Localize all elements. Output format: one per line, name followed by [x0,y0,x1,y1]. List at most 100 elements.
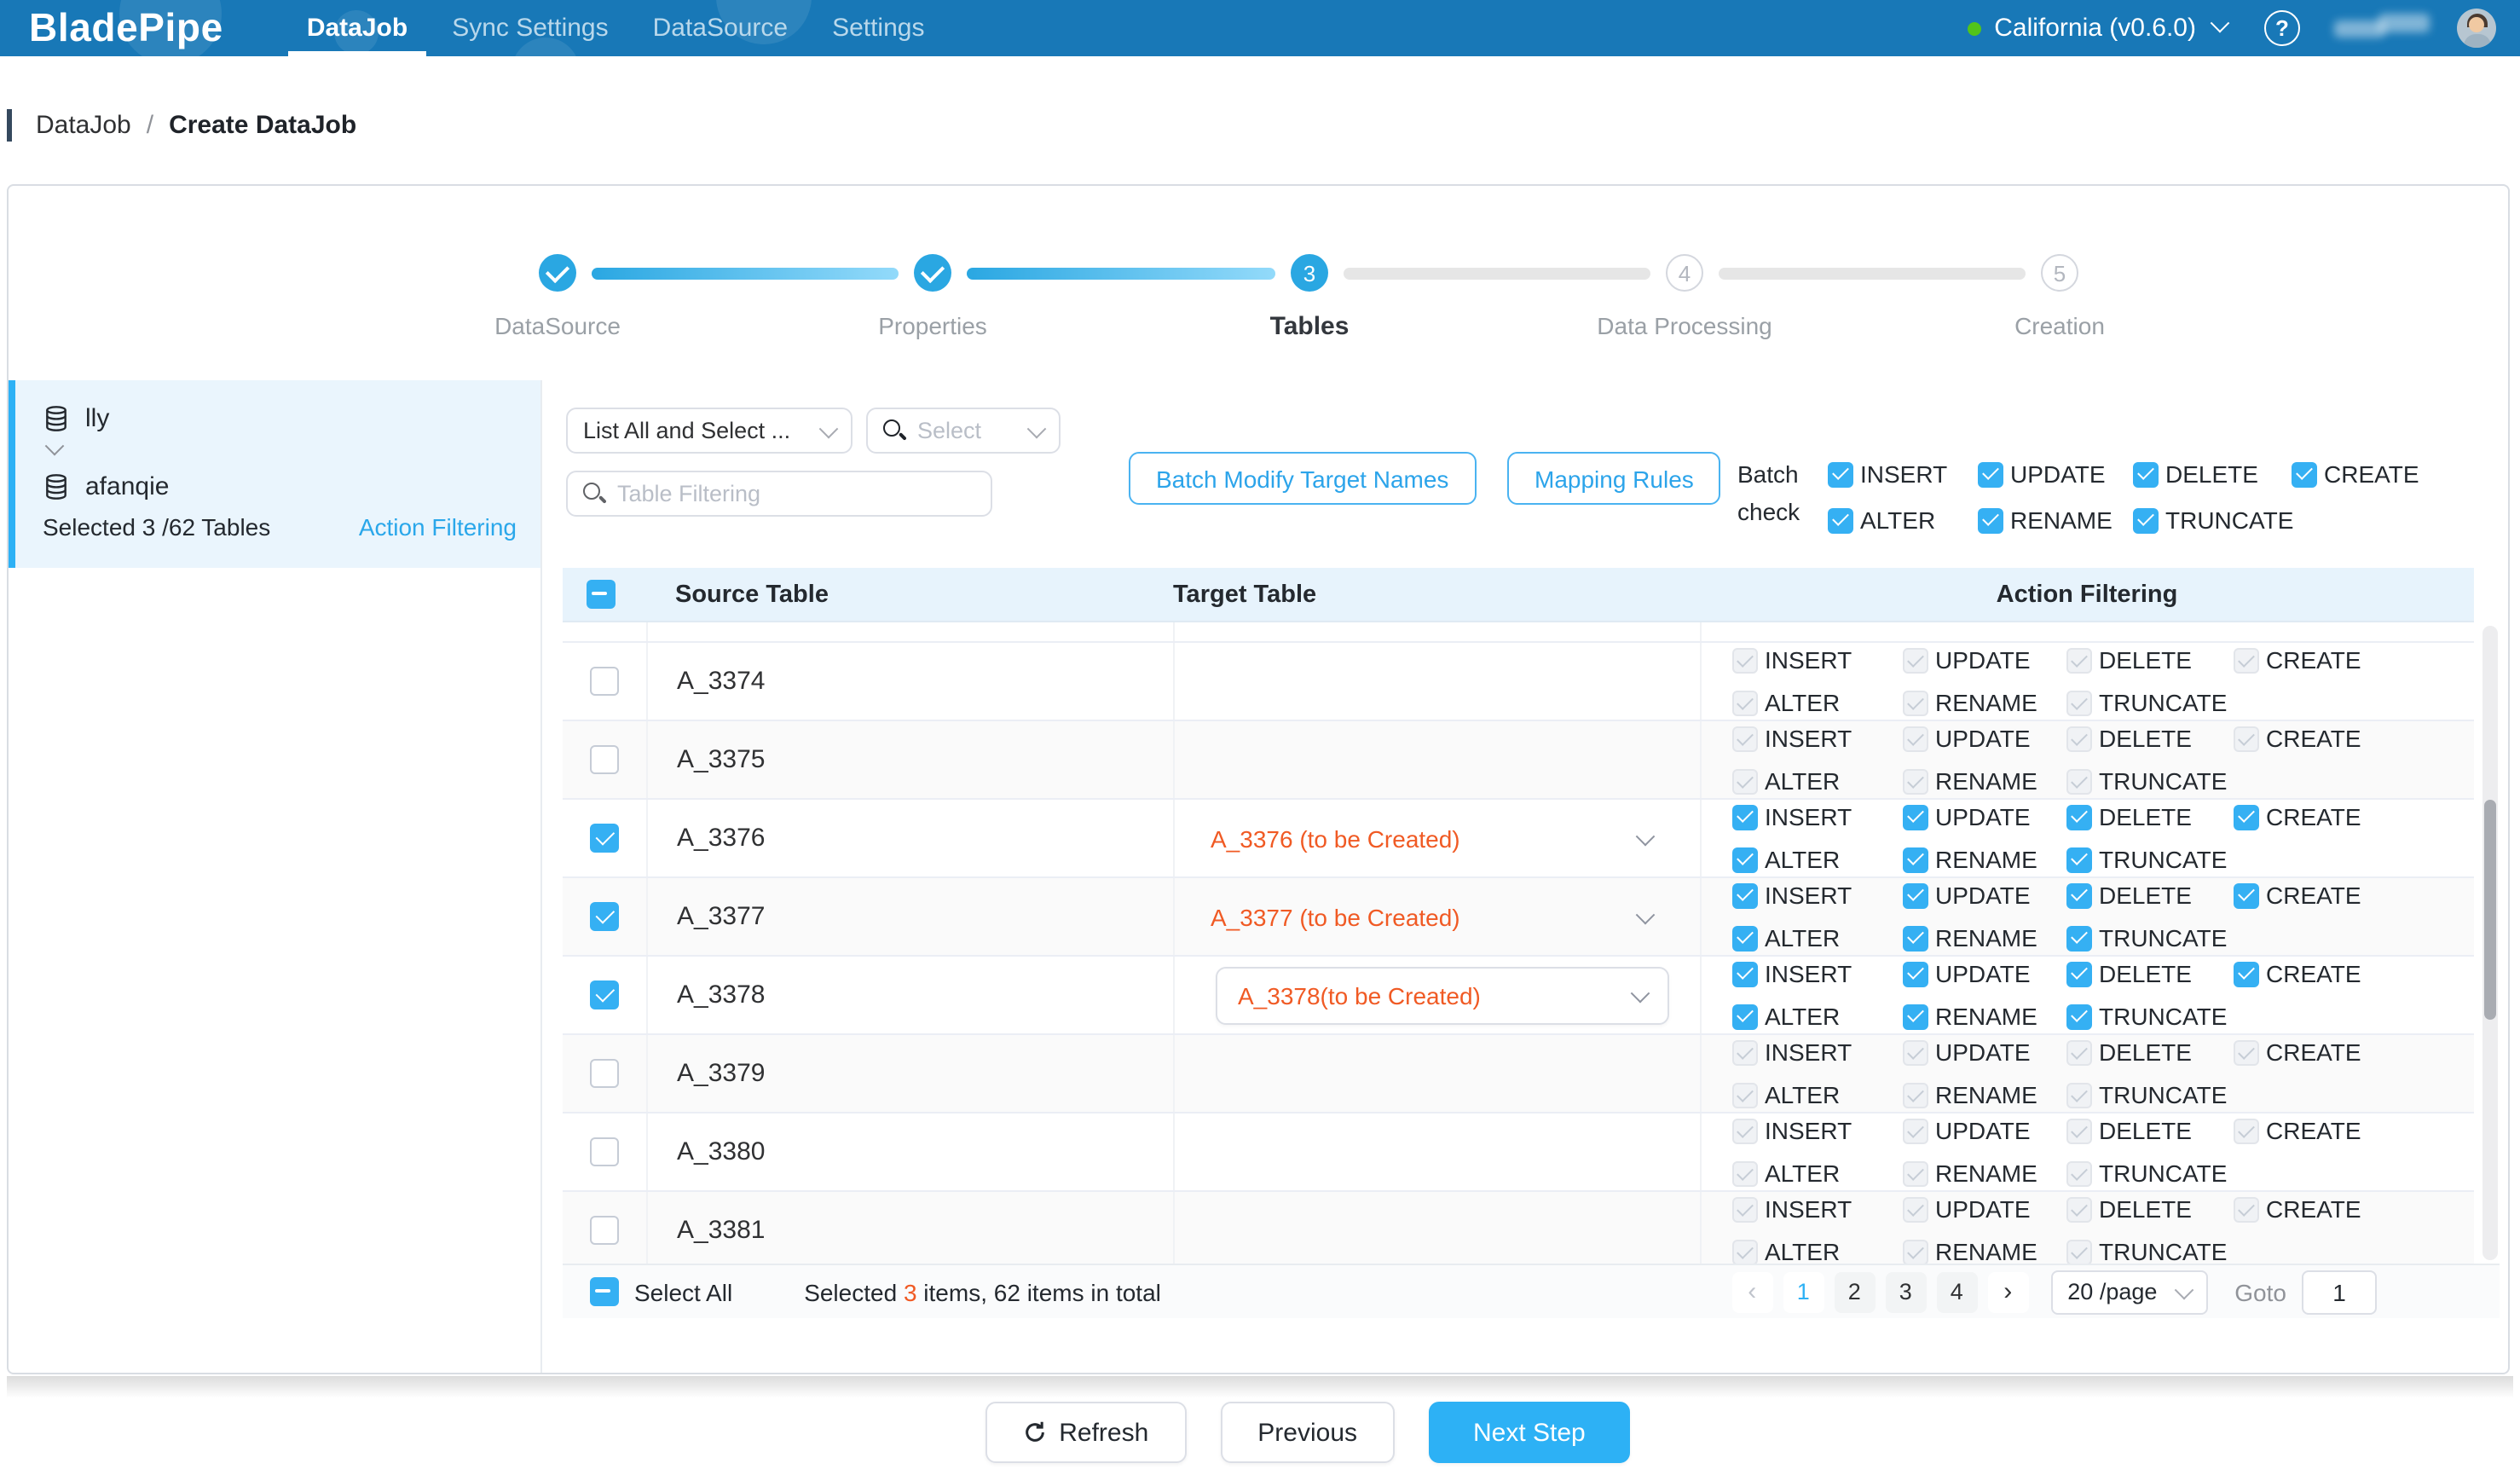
action-check-delete[interactable]: DELETE [2066,876,2234,914]
checkbox-disabled-checked[interactable] [1732,1082,1758,1108]
checkbox-checked[interactable] [1903,1004,1928,1029]
checkbox-disabled-checked[interactable] [1903,1039,1928,1065]
chevron-down-icon[interactable] [2211,14,2230,33]
select-all-checkbox[interactable] [587,580,616,609]
refresh-button[interactable]: Refresh [985,1402,1186,1463]
checkbox-disabled-checked[interactable] [1903,1239,1928,1264]
row-select-checkbox[interactable] [590,667,619,696]
action-check-update[interactable]: UPDATE [1903,955,2066,992]
batch-check-insert[interactable]: INSERT [1828,455,1978,493]
checkbox-disabled-checked[interactable] [1903,1082,1928,1108]
avatar[interactable] [2457,9,2496,48]
action-check-create[interactable]: CREATE [2234,641,2474,679]
action-check-create[interactable]: CREATE [2234,1033,2474,1071]
action-check-create[interactable]: CREATE [2234,1190,2474,1228]
row-select-checkbox[interactable] [590,1059,619,1088]
action-check-update[interactable]: UPDATE [1903,641,2066,679]
action-check-update[interactable]: UPDATE [1903,798,2066,836]
checkbox-checked[interactable] [1903,961,1928,986]
action-check-insert[interactable]: INSERT [1732,720,1903,757]
page-size-select[interactable]: 20 /page [2050,1270,2207,1314]
checkbox-disabled-checked[interactable] [2066,1196,2092,1222]
action-check-update[interactable]: UPDATE [1903,1033,2066,1071]
pagination-next-icon[interactable]: › [1987,1271,2028,1312]
checkbox-checked[interactable] [1903,925,1928,951]
action-check-truncate[interactable]: TRUNCATE [2066,684,2234,721]
action-check-rename[interactable] [1903,622,2066,627]
action-check-alter[interactable]: ALTER [1732,841,1903,878]
checkbox-checked[interactable] [1978,461,2003,487]
checkbox-disabled-checked[interactable] [2066,1039,2092,1065]
checkbox-disabled-checked[interactable] [1732,1039,1758,1065]
checkbox-disabled-checked[interactable] [2234,1118,2259,1143]
checkbox-disabled-checked[interactable] [1732,726,1758,751]
checkbox-disabled-checked[interactable] [1732,690,1758,715]
goto-page-input[interactable]: 1 [2302,1270,2377,1314]
help-icon[interactable]: ? [2264,10,2300,46]
action-check-truncate[interactable]: TRUNCATE [2066,762,2234,800]
action-check-truncate[interactable]: TRUNCATE [2066,1076,2234,1113]
pagination-page-4[interactable]: 4 [1936,1271,1977,1312]
action-check-delete[interactable]: DELETE [2066,720,2234,757]
action-check-insert[interactable]: INSERT [1732,1190,1903,1228]
checkbox-disabled-checked[interactable] [1903,1118,1928,1143]
checkbox-checked[interactable] [2292,461,2317,487]
row-select-checkbox[interactable] [590,745,619,774]
checkbox-disabled-checked[interactable] [1903,726,1928,751]
checkbox-disabled-checked[interactable] [2066,1160,2092,1186]
checkbox-disabled-checked[interactable] [1732,1160,1758,1186]
row-select-checkbox[interactable] [590,824,619,853]
action-check-rename[interactable]: RENAME [1903,919,2066,957]
action-check-delete[interactable]: DELETE [2066,1033,2234,1071]
action-check-delete[interactable]: DELETE [2066,955,2234,992]
checkbox-checked[interactable] [2066,961,2092,986]
action-check-alter[interactable]: ALTER [1732,1154,1903,1192]
checkbox-checked[interactable] [1903,804,1928,830]
checkbox-checked[interactable] [1903,882,1928,908]
action-check-truncate[interactable]: TRUNCATE [2066,841,2234,878]
checkbox-checked[interactable] [2066,804,2092,830]
action-check-rename[interactable]: RENAME [1903,841,2066,878]
action-check-update[interactable]: UPDATE [1903,1190,2066,1228]
action-check-alter[interactable]: ALTER [1732,684,1903,721]
row-select-checkbox[interactable] [590,1137,619,1166]
checkbox-disabled-checked[interactable] [1903,1160,1928,1186]
action-check-update[interactable]: UPDATE [1903,720,2066,757]
checkbox-disabled-checked[interactable] [1732,768,1758,794]
action-filtering-link[interactable]: Action Filtering [359,513,517,541]
checkbox-disabled-checked[interactable] [1903,647,1928,673]
action-check-rename[interactable]: RENAME [1903,998,2066,1035]
batch-check-rename[interactable]: RENAME [1978,501,2133,539]
action-check-create[interactable]: CREATE [2234,955,2474,992]
mapping-rules-button[interactable]: Mapping Rules [1507,452,1721,505]
checkbox-checked[interactable] [2066,1004,2092,1029]
action-check-alter[interactable]: ALTER [1732,919,1903,957]
target-table-select[interactable]: A_3378(to be Created) [1216,966,1669,1024]
action-check-insert[interactable]: INSERT [1732,876,1903,914]
action-check-insert[interactable]: INSERT [1732,798,1903,836]
breadcrumb-parent[interactable]: DataJob [36,111,131,140]
target-table-select[interactable]: A_3376 (to be Created) [1175,824,1700,852]
action-check-alter[interactable]: ALTER [1732,1076,1903,1113]
batch-check-create[interactable]: CREATE [2292,455,2419,493]
checkbox-disabled-checked[interactable] [1903,690,1928,715]
batch-check-update[interactable]: UPDATE [1978,455,2133,493]
checkbox-disabled-checked[interactable] [2066,768,2092,794]
action-check-create[interactable]: CREATE [2234,720,2474,757]
row-select-checkbox[interactable] [590,902,619,931]
next-step-button[interactable]: Next Step [1429,1402,1630,1463]
action-check-alter[interactable]: ALTER [1732,998,1903,1035]
checkbox-disabled-checked[interactable] [1732,1118,1758,1143]
brand-logo[interactable]: BladePipe [29,0,223,56]
action-check-alter[interactable] [1732,622,1903,627]
checkbox-disabled-checked[interactable] [2066,690,2092,715]
action-check-rename[interactable]: RENAME [1903,1076,2066,1113]
action-check-truncate[interactable]: TRUNCATE [2066,998,2234,1035]
pagination-page-1[interactable]: 1 [1783,1271,1824,1312]
checkbox-checked[interactable] [2133,507,2159,533]
checkbox-disabled-checked[interactable] [2066,1239,2092,1264]
row-select-checkbox[interactable] [590,980,619,1009]
checkbox-checked[interactable] [1828,507,1853,533]
table-filter-input[interactable]: Table Filtering [566,471,992,517]
checkbox-disabled-checked[interactable] [2066,726,2092,751]
